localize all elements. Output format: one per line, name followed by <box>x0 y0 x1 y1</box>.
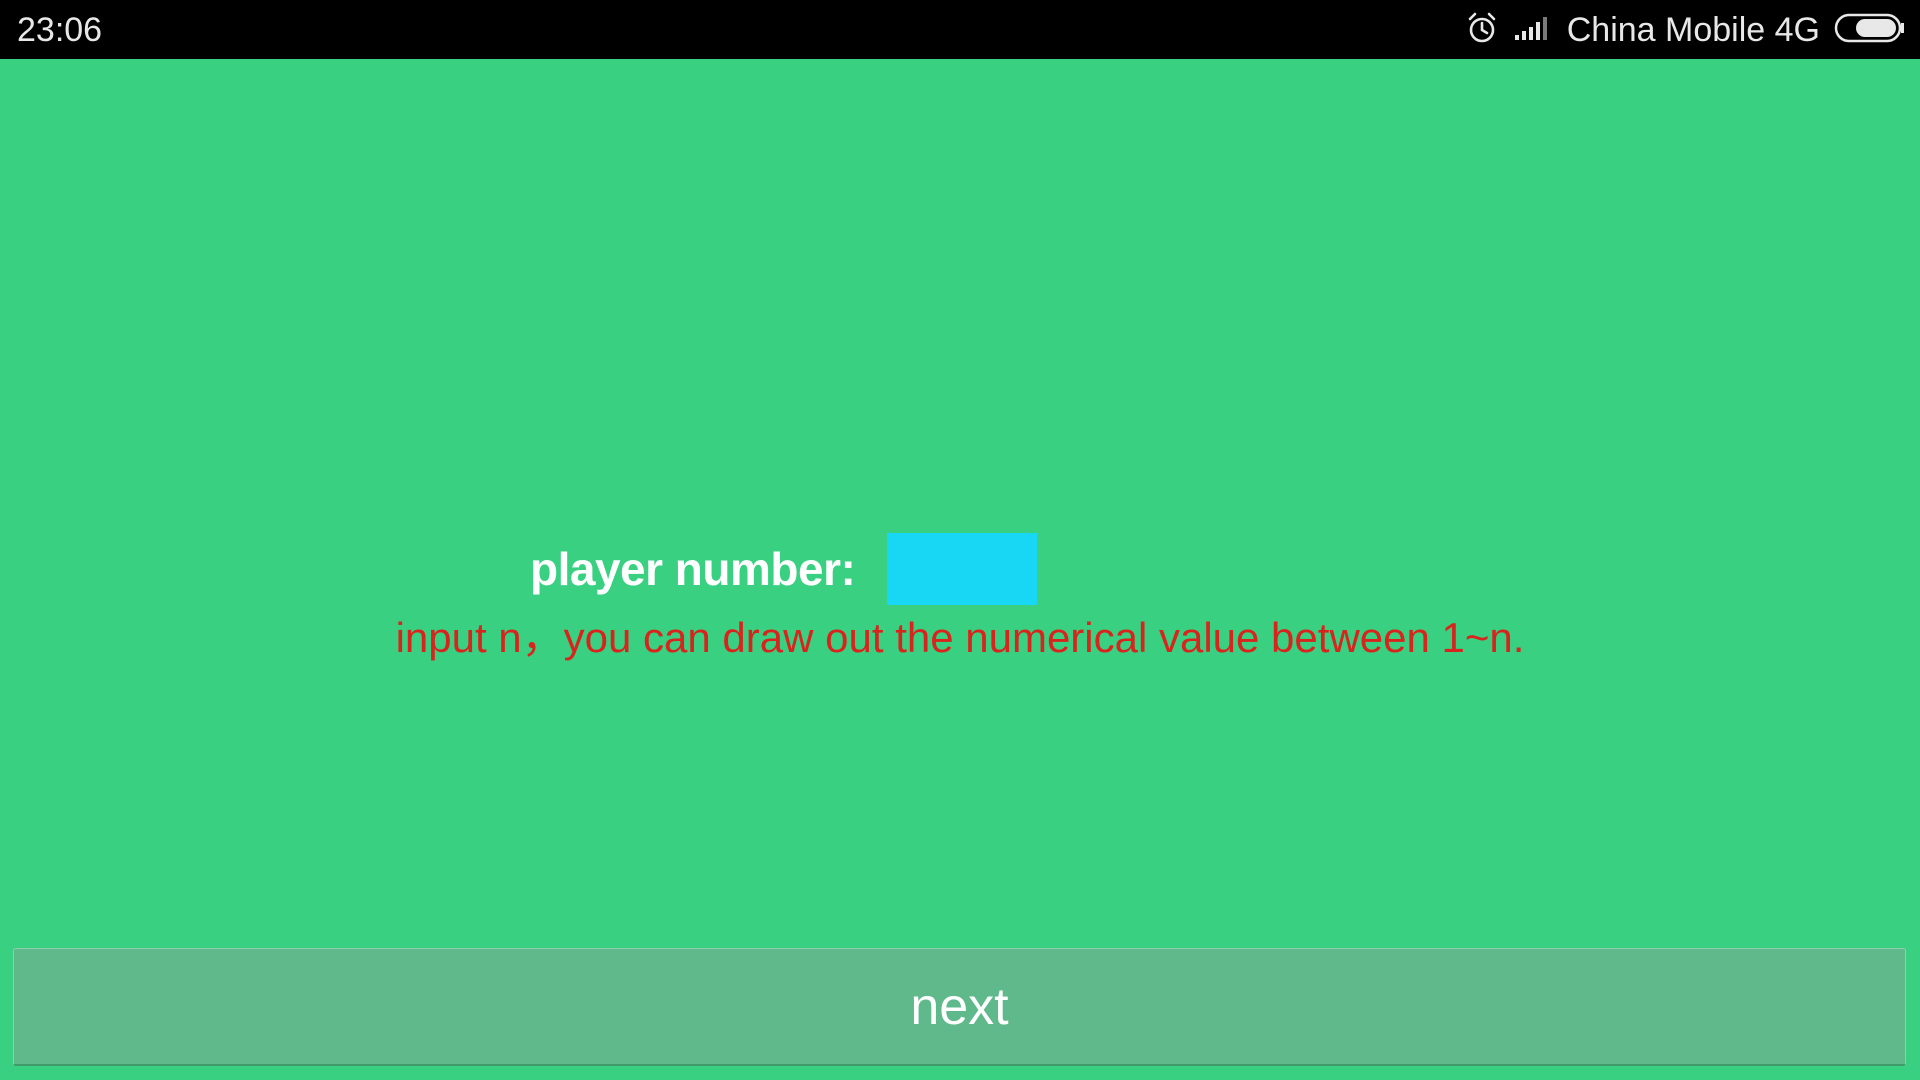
next-button[interactable]: next <box>13 948 1906 1066</box>
player-number-label: player number: <box>530 543 856 595</box>
app-screen: 23:06 China Mobile 4G player number: inp… <box>0 0 1920 1080</box>
carrier-label: China Mobile 4G <box>1566 11 1820 49</box>
signal-icon <box>1513 15 1549 46</box>
hint-text: input n，you can draw out the numerical v… <box>395 614 1525 661</box>
battery-icon <box>1834 13 1906 48</box>
status-icons: China Mobile 4G <box>1465 8 1906 52</box>
player-number-input[interactable] <box>887 533 1038 605</box>
alarm-icon <box>1465 11 1499 50</box>
status-bar: 23:06 China Mobile 4G <box>0 0 1920 59</box>
player-number-row: player number: <box>530 533 1038 605</box>
status-time: 23:06 <box>17 11 103 49</box>
main-content: player number: input n，you can draw out … <box>0 59 1920 1080</box>
